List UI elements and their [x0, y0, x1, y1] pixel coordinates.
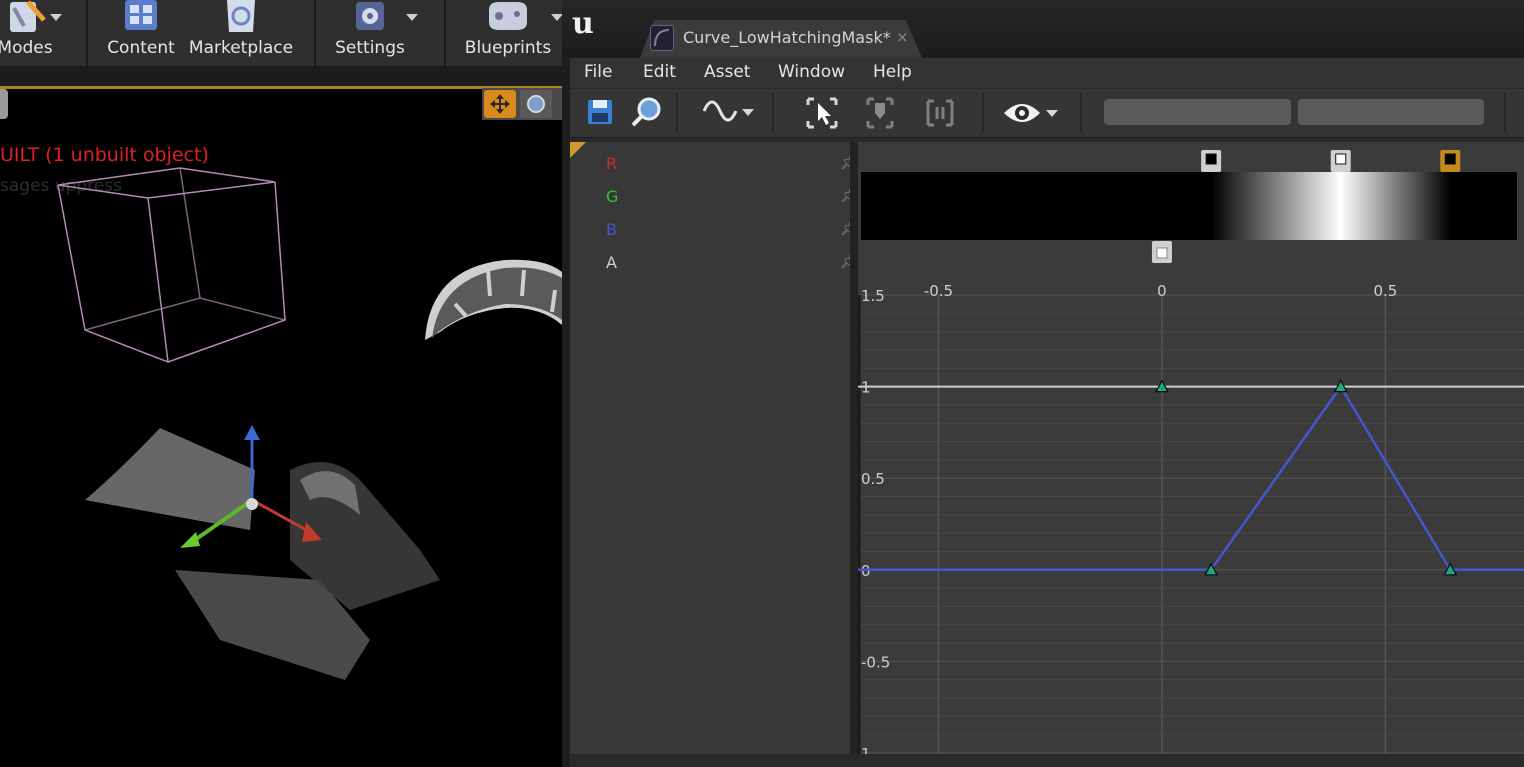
menu-asset[interactable]: Asset	[704, 62, 750, 82]
frame-button[interactable]	[920, 89, 960, 137]
panel-corner-marker	[570, 142, 586, 158]
gradient-stop-swatch	[1444, 153, 1456, 165]
curve-plot[interactable]: -0.5 0 0.51.510.50-0.51	[858, 142, 1524, 754]
toolbar-separator	[982, 93, 984, 133]
search-field-2[interactable]	[1298, 99, 1484, 125]
wireframe-box	[57, 167, 286, 364]
visibility-icon	[1004, 104, 1058, 122]
unreal-logo-icon: u	[572, 6, 594, 41]
toolbar-separator	[1504, 93, 1506, 133]
channel-list: R 📌︎ G 📌︎ B 📌︎ A 📌︎	[570, 142, 858, 754]
channel-g-label[interactable]: G	[606, 187, 618, 206]
level-editor-panel: Modes Content Marketplace Settings Bluep…	[0, 0, 562, 767]
y-tick-label: 1	[861, 745, 871, 754]
menu-help[interactable]: Help	[873, 62, 912, 82]
panel-splitter[interactable]	[850, 142, 858, 754]
alpha-stop-swatch	[1156, 247, 1168, 259]
editor-toolbar	[570, 88, 1524, 137]
gradient-stop-swatch	[1335, 153, 1347, 165]
x-tick-label: 0.5	[1374, 282, 1398, 300]
save-icon	[588, 100, 612, 124]
menu-edit[interactable]: Edit	[643, 62, 676, 82]
menu-bar: File Edit Asset Window Help	[570, 58, 1524, 88]
select-tool-button[interactable]	[802, 89, 842, 137]
y-tick-label: -0.5	[861, 653, 890, 671]
x-tick-label: -0.5	[924, 282, 953, 300]
title-bar[interactable]: u Curve_LowHatchingMask* ×	[562, 0, 1524, 58]
hatched-meshes	[85, 428, 440, 680]
search-field-1[interactable]	[1104, 99, 1291, 125]
curve-graph-panel[interactable]: -0.5 0 0.5 1.5 1 0.5 0 -0.5 1	[858, 142, 1524, 754]
curve-mode-icon	[702, 100, 754, 122]
viewport-scene[interactable]	[0, 0, 562, 767]
curve-asset-icon	[650, 25, 674, 51]
browse-icon	[631, 97, 661, 127]
key-tangent-button[interactable]	[860, 89, 900, 137]
channel-a-label[interactable]: A	[606, 253, 617, 272]
tab-title: Curve_LowHatchingMask*	[683, 28, 891, 47]
toolbar-separator	[772, 93, 774, 133]
curve-editor-window: u Curve_LowHatchingMask* × File Edit Ass…	[562, 0, 1524, 767]
toolbar-separator	[676, 93, 678, 133]
browse-button[interactable]	[624, 89, 668, 137]
select-icon	[806, 97, 838, 129]
save-button[interactable]	[580, 89, 620, 137]
tab-close-button[interactable]: ×	[896, 28, 909, 46]
key-tangent-icon	[866, 97, 894, 129]
frame-icon	[926, 99, 954, 127]
visibility-button[interactable]	[1000, 89, 1062, 137]
curve-mode-button[interactable]	[696, 89, 756, 137]
channel-b-label[interactable]: B	[606, 220, 617, 239]
menu-window[interactable]: Window	[778, 62, 845, 82]
y-tick-label: 0.5	[861, 470, 885, 488]
gauge-mesh	[425, 259, 562, 340]
menu-file[interactable]: File	[584, 62, 612, 82]
x-tick-label: 0	[1157, 282, 1167, 300]
channel-r-label[interactable]: R	[606, 154, 617, 173]
toolbar-separator	[1080, 93, 1082, 133]
gradient-stop-swatch	[1205, 153, 1217, 165]
y-tick-label: 1.5	[861, 287, 885, 305]
